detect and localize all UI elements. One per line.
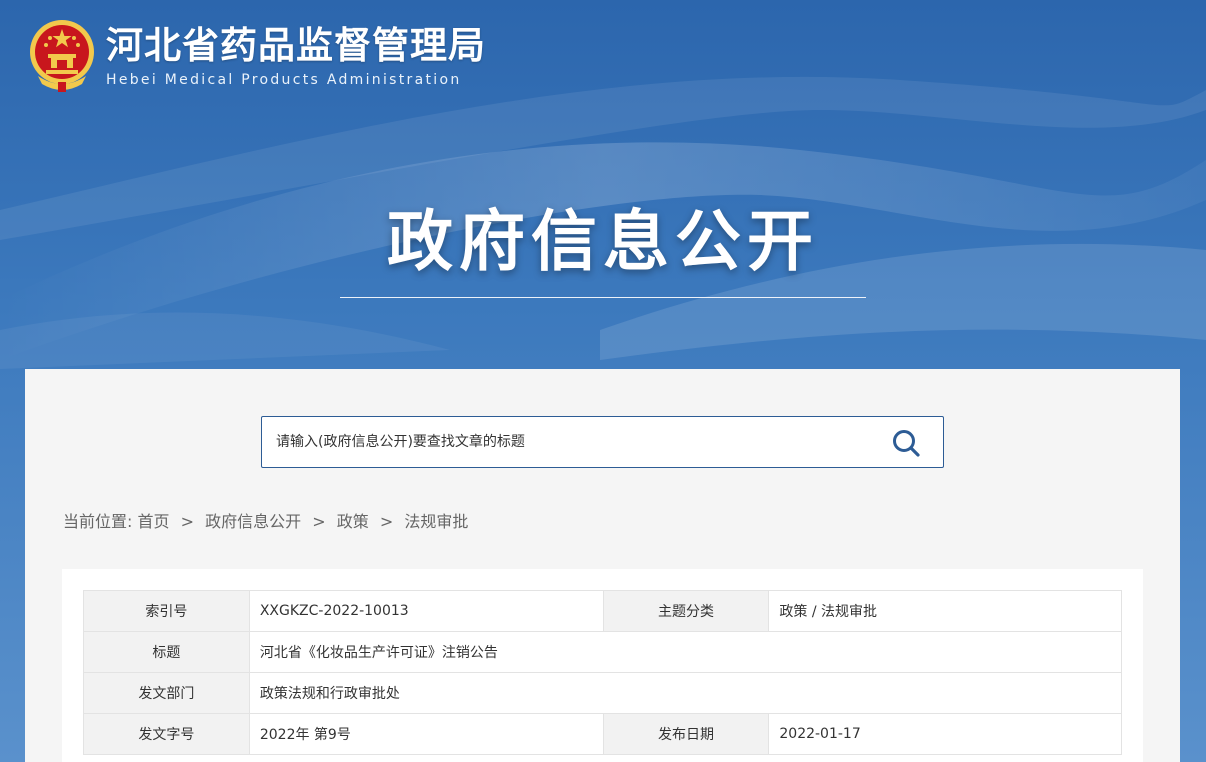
topic-label: 主题分类	[602, 590, 770, 632]
dept-value: 政策法规和行政审批处	[248, 672, 1123, 714]
date-label: 发布日期	[602, 713, 770, 755]
table-row: 索引号 XXGKZC-2022-10013 主题分类 政策 / 法规审批	[83, 590, 1122, 632]
docno-label: 发文字号	[83, 713, 250, 755]
index-label: 索引号	[83, 590, 250, 632]
breadcrumb-gov-info[interactable]: 政府信息公开	[205, 512, 301, 531]
table-row: 发文字号 2022年 第9号 发布日期 2022-01-17	[83, 713, 1122, 755]
heading-divider	[340, 297, 866, 298]
breadcrumb: 当前位置: 首页 > 政府信息公开 > 政策 > 法规审批	[63, 511, 468, 533]
search-icon[interactable]	[891, 428, 921, 458]
topic-value: 政策 / 法规审批	[768, 590, 1122, 632]
breadcrumb-separator: >	[379, 512, 394, 531]
national-emblem-icon	[30, 20, 94, 92]
page-heading: 政府信息公开	[387, 203, 819, 280]
site-title: 河北省药品监督管理局	[106, 23, 486, 67]
document-info-table: 索引号 XXGKZC-2022-10013 主题分类 政策 / 法规审批 标题 …	[83, 590, 1123, 755]
table-row: 标题 河北省《化妆品生产许可证》注销公告	[83, 631, 1123, 673]
docno-value: 2022年 第9号	[248, 713, 604, 755]
title-label: 标题	[83, 631, 250, 673]
content-panel: 请输入(政府信息公开)要查找文章的标题 当前位置: 首页 > 政府信息公开 > …	[25, 369, 1180, 762]
date-value: 2022-01-17	[768, 713, 1122, 755]
breadcrumb-separator: >	[180, 512, 195, 531]
site-subtitle: Hebei Medical Products Administration	[106, 72, 462, 88]
breadcrumb-home[interactable]: 首页	[138, 512, 170, 531]
dept-label: 发文部门	[83, 672, 250, 714]
index-value: XXGKZC-2022-10013	[248, 590, 604, 632]
search-box[interactable]: 请输入(政府信息公开)要查找文章的标题	[261, 416, 944, 468]
search-input[interactable]: 请输入(政府信息公开)要查找文章的标题	[276, 417, 525, 467]
breadcrumb-prefix: 当前位置:	[63, 512, 133, 531]
table-row: 发文部门 政策法规和行政审批处	[83, 672, 1123, 714]
info-card: 索引号 XXGKZC-2022-10013 主题分类 政策 / 法规审批 标题 …	[62, 569, 1143, 762]
breadcrumb-policy[interactable]: 政策	[337, 512, 369, 531]
title-value: 河北省《化妆品生产许可证》注销公告	[248, 631, 1123, 673]
breadcrumb-separator: >	[312, 512, 326, 531]
breadcrumb-regulation-approval[interactable]: 法规审批	[404, 512, 468, 531]
